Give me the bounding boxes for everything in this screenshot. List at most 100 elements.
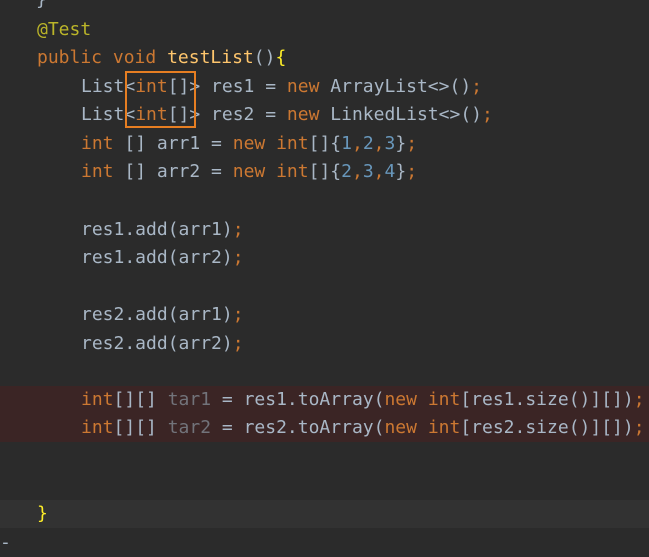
code-token: new — [286, 76, 320, 97]
code-token: 3 — [362, 161, 374, 182]
code-token: res2.add(arr2) — [81, 333, 233, 354]
code-token: new — [232, 133, 266, 154]
code-line[interactable]: } — [0, 0, 649, 14]
code-token: ; — [406, 161, 418, 182]
code-text: int [] arr1 = new int[]{1,2,3}; — [81, 130, 417, 158]
code-token: int — [427, 389, 461, 410]
code-token: int — [276, 161, 309, 182]
code-token: , — [373, 161, 385, 182]
code-line[interactable]: public void testList(){ — [0, 44, 649, 72]
code-line[interactable]: res1.add(arr2); — [0, 244, 649, 272]
code-line[interactable] — [0, 187, 649, 215]
code-text: } — [36, 0, 47, 14]
code-text: public void testList(){ — [37, 44, 286, 72]
code-token: , — [373, 133, 385, 154]
code-token: []> res1 = — [167, 76, 287, 97]
code-token: 4 — [384, 161, 396, 182]
code-token: [res2.size()][]) — [460, 417, 634, 438]
code-token: new — [384, 417, 417, 438]
code-text: List<int[]> res1 = new ArrayList<>(); — [81, 73, 482, 101]
code-line-current[interactable]: } — [0, 500, 649, 528]
code-line[interactable] — [0, 471, 649, 499]
code-token: @Test — [37, 19, 92, 40]
code-token: tar2 — [167, 417, 212, 438]
code-token: [res1.size()][]) — [460, 389, 634, 410]
code-token: int — [81, 417, 114, 438]
code-token: } — [36, 0, 47, 10]
code-text: int[][] tar1 = res1.toArray(new int[res1… — [81, 386, 645, 414]
code-line[interactable]: List<int[]> res1 = new ArrayList<>(); — [0, 73, 649, 101]
code-token: - — [0, 532, 11, 553]
code-token: , — [351, 133, 363, 154]
code-text: List<int[]> res2 = new LinkedList<>(); — [81, 101, 493, 129]
code-line[interactable]: res2.add(arr2); — [0, 330, 649, 358]
code-token: [][] — [113, 417, 168, 438]
code-text: int [] arr2 = new int[]{2,3,4}; — [81, 158, 417, 186]
code-line[interactable]: List<int[]> res2 = new LinkedList<>(); — [0, 101, 649, 129]
code-line-error[interactable]: int[][] tar2 = res2.toArray(new int[res2… — [0, 414, 649, 442]
code-text: res2.add(arr1); — [81, 301, 244, 329]
code-token: void — [112, 47, 157, 68]
code-line-error[interactable]: int[][] tar1 = res1.toArray(new int[res1… — [0, 386, 649, 414]
code-token: ; — [471, 76, 482, 97]
code-token: int — [276, 133, 309, 154]
code-line[interactable]: @Test — [0, 16, 649, 44]
code-line[interactable] — [0, 358, 649, 386]
code-token: tar1 — [167, 389, 212, 410]
code-token: List< — [81, 104, 136, 125]
code-token: testList — [167, 47, 254, 68]
code-token: res1.add(arr2) — [81, 247, 233, 268]
code-token: 3 — [384, 133, 396, 154]
code-token: public — [37, 47, 103, 68]
code-token: , — [351, 161, 363, 182]
code-token: []{ — [308, 133, 342, 154]
code-token: } — [395, 133, 407, 154]
code-token: ; — [232, 304, 244, 325]
code-editor[interactable]: } @Test public void testList(){ List<int… — [0, 0, 649, 553]
code-token: List< — [81, 76, 136, 97]
code-text: res1.add(arr1); — [81, 216, 244, 244]
code-token: ; — [406, 133, 418, 154]
code-token: int — [81, 161, 114, 182]
code-line[interactable]: res1.add(arr1); — [0, 216, 649, 244]
code-token: res2.add(arr1) — [81, 304, 233, 325]
code-text: res2.add(arr2); — [81, 330, 244, 358]
code-line[interactable] — [0, 273, 649, 301]
code-line[interactable] — [0, 443, 649, 471]
code-token: [] arr2 = — [113, 161, 233, 182]
code-token: int — [427, 417, 461, 438]
code-token: = res1.toArray( — [211, 389, 385, 410]
code-token: 2 — [341, 161, 352, 182]
code-token: new — [384, 389, 417, 410]
code-token: []{ — [308, 161, 342, 182]
code-text: res1.add(arr2); — [81, 244, 244, 272]
code-line[interactable]: res2.add(arr1); — [0, 301, 649, 329]
code-token: ArrayList<>() — [319, 76, 472, 97]
code-token: res1.add(arr1) — [81, 219, 233, 240]
code-token: { — [275, 47, 287, 68]
code-token: ; — [633, 389, 645, 410]
code-token: [][] — [113, 389, 168, 410]
code-token: ; — [232, 219, 244, 240]
code-token: [] arr1 = — [113, 133, 233, 154]
code-token: ; — [482, 104, 493, 125]
code-text: } — [37, 500, 48, 528]
code-line[interactable]: int [] arr2 = new int[]{2,3,4}; — [0, 158, 649, 186]
code-token: 1 — [341, 133, 352, 154]
code-token: = res2.toArray( — [211, 417, 385, 438]
code-token: new — [232, 161, 266, 182]
code-token: 2 — [362, 133, 374, 154]
code-token: ; — [232, 247, 244, 268]
code-token: int — [135, 76, 168, 97]
code-token: () — [253, 47, 276, 68]
code-token: int — [81, 133, 114, 154]
code-token: []> res2 = — [167, 104, 287, 125]
code-token: } — [37, 503, 48, 524]
code-line[interactable]: int [] arr1 = new int[]{1,2,3}; — [0, 130, 649, 158]
